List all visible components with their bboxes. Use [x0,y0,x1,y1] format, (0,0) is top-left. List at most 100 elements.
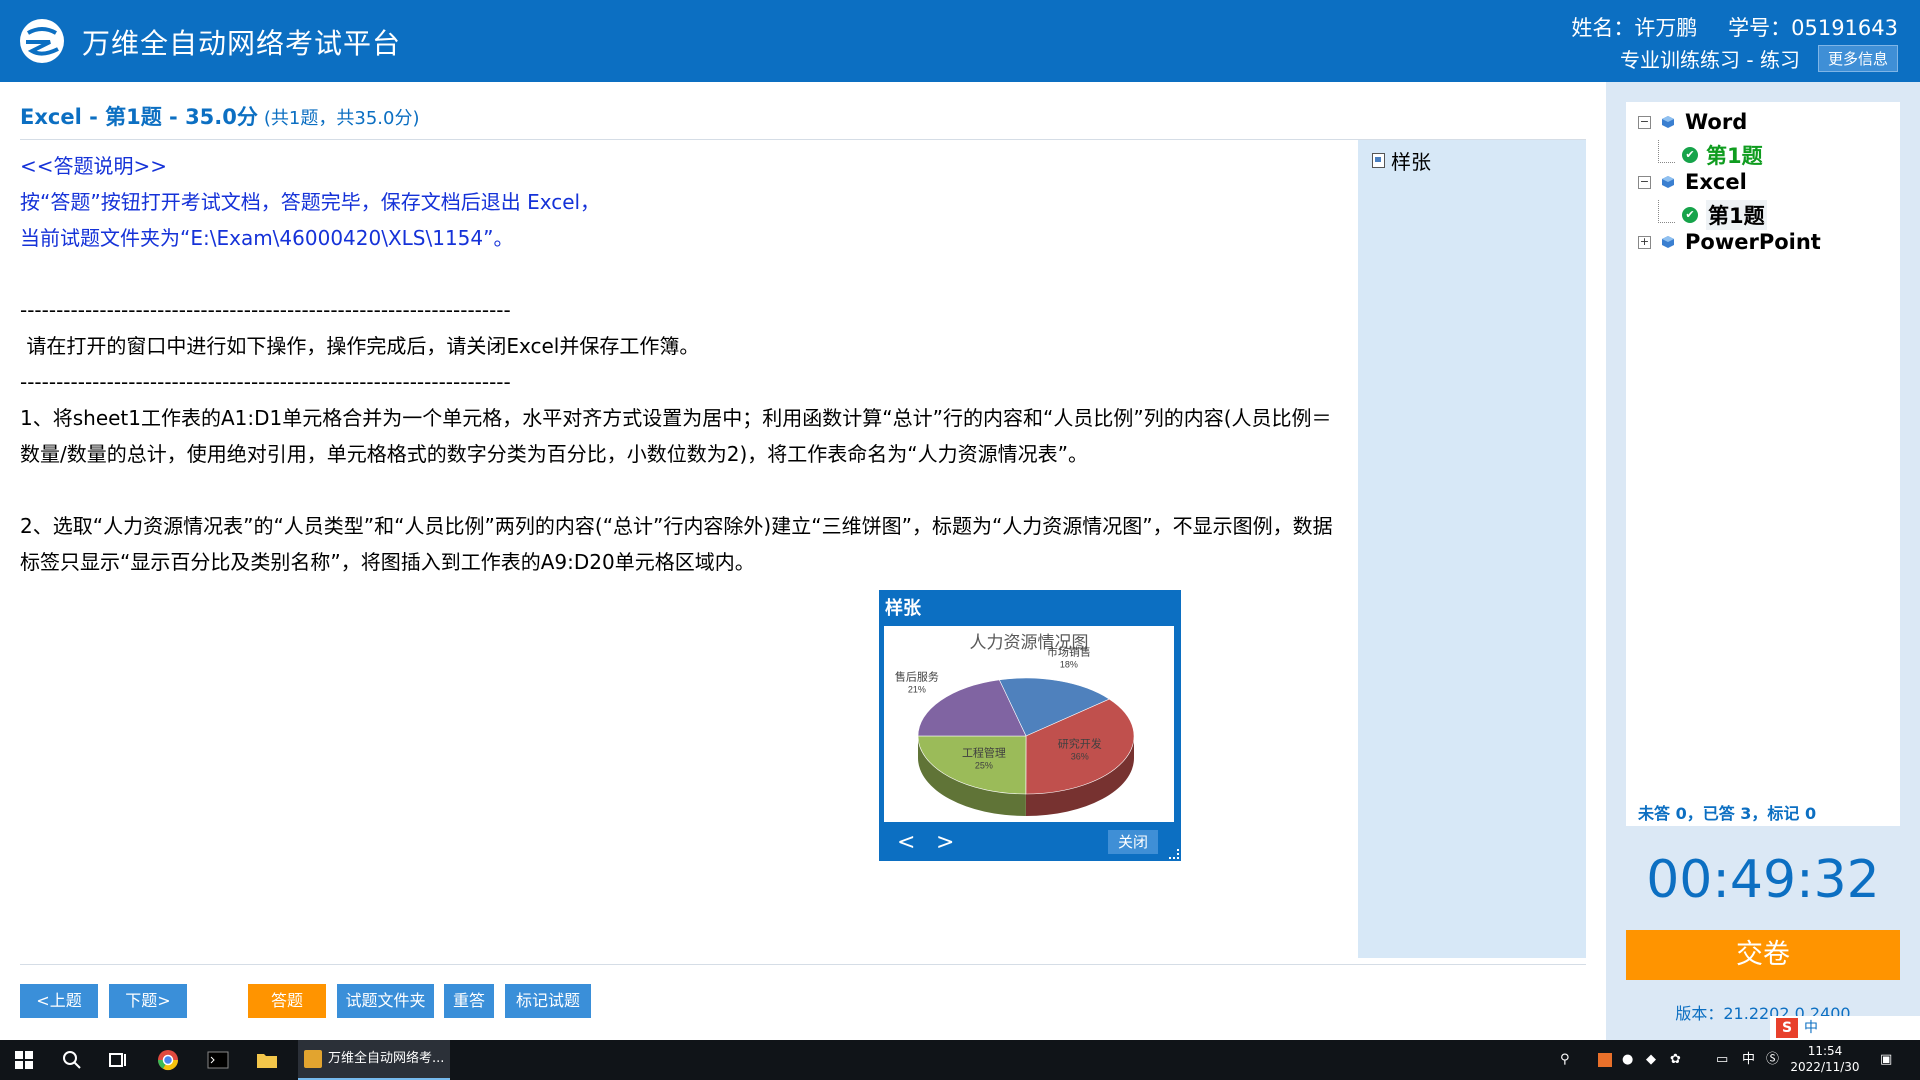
people-icon[interactable]: ⚲ [1560,1040,1570,1080]
windows-start-icon[interactable] [12,1048,36,1072]
cube-icon [1662,236,1674,248]
tree-connector [1658,200,1675,223]
sample-image: 人力资源情况图 市场销售 18% 研究开发 36% 工程管理 25% 售后服务 21% [884,626,1174,822]
app-logo [20,19,64,63]
cube-icon [1662,176,1674,188]
popup-title: 样张 [885,598,921,619]
taskbar: 万维全自动网络考... ⚲ ● ◆ ✿ ▭ 中 Ⓢ 11:54 2022/11/… [0,1040,1920,1080]
task-1: 1、将sheet1工作表的A1:D1单元格合并为一个单元格，水平对齐方式设置为居… [20,406,1332,466]
data-label-category: 工程管理 [962,746,1006,760]
resize-grip-icon[interactable] [1169,849,1179,859]
check-circle-icon: ✔ [1682,207,1698,223]
question-content: <<答题说明>> 按“答题”按钮打开考试文档，答题完毕，保存文档后退出 Exce… [20,148,1350,580]
task-intro: 请在打开的窗口中进行如下操作，操作完成后，请关闭Excel并保存工作簿。 [20,334,700,358]
clock-time: 11:54 [1807,1044,1843,1058]
popup-next-button[interactable]: > [936,830,954,855]
input-language[interactable]: 中 [1742,1040,1755,1080]
taskbar-app-exam[interactable]: 万维全自动网络考... [298,1040,450,1080]
answer-button[interactable]: 答题 [248,984,326,1018]
collapse-icon[interactable]: − [1638,175,1651,189]
tree-item-excel-q1[interactable]: ✔ 第1题 [1682,200,1767,230]
divider [20,964,1586,965]
prev-question-button[interactable]: <上题 [20,984,98,1018]
tree-item-excel[interactable]: − Excel [1638,170,1747,194]
question-folder-button[interactable]: 试题文件夹 [337,984,434,1018]
tray-sogou-icon[interactable]: Ⓢ [1766,1040,1779,1080]
tree-item-word-q1[interactable]: ✔ 第1题 [1682,140,1763,170]
sogou-logo-icon: S [1776,1018,1798,1038]
chrome-icon[interactable] [156,1048,180,1072]
tree-label: PowerPoint [1685,230,1821,254]
tree-connector [1658,140,1675,163]
pie-chart: 市场销售18% 研究开发36% 工程管理25% 售后服务21% [895,644,1135,816]
right-panel: − Word ✔ 第1题 − Excel ✔ 第1题 + PowerPoint … [1606,82,1920,1040]
question-title: Excel - 第1题 - 35.0分 (共1题，共35.0分) [20,101,419,131]
data-label-category: 售后服务 [895,669,939,683]
taskbar-app-label: 万维全自动网络考... [328,1051,445,1066]
student-name: 姓名：许万鹏 [1571,16,1698,40]
redo-button[interactable]: 重答 [444,984,494,1018]
sample-panel: 样张 [1358,140,1586,958]
cube-icon [1662,116,1674,128]
ime-toolbar[interactable]: S中 [1770,1016,1920,1040]
instructions-heading: <<答题说明>> [20,154,168,178]
folder-icon[interactable] [255,1048,279,1072]
user-info: 姓名：许万鹏 学号：05191643 [1547,12,1898,42]
data-label-percent: 36% [1071,752,1089,762]
mark-question-button[interactable]: 标记试题 [505,984,591,1018]
terminal-icon[interactable] [206,1048,230,1072]
task-2: 2、选取“人力资源情况表”的“人员类型”和“人员比例”两列的内容(“总计”行内容… [20,514,1333,574]
sample-link-label: 样张 [1391,150,1431,174]
tree-label: Word [1685,110,1748,134]
countdown-timer: 00:49:32 [1646,850,1880,910]
collapse-icon[interactable]: − [1638,115,1651,129]
ime-mode[interactable]: 中 [1804,1020,1818,1036]
popup-close-button[interactable]: 关闭 [1108,830,1158,854]
student-id: 学号：05191643 [1728,16,1898,40]
question-title-text: Excel - 第1题 - 35.0分 [20,105,258,129]
practice-mode: 专业训练练习 - 练习 [1620,48,1800,72]
instruction-line: 当前试题文件夹为“E:\Exam\46000420\XLS\1154”。 [20,226,514,250]
tray-shield-icon[interactable]: ◆ [1646,1040,1656,1080]
expand-icon[interactable]: + [1638,235,1651,249]
network-icon[interactable]: ▭ [1716,1040,1728,1080]
dash-separator: ----------------------------------------… [20,298,511,322]
sample-popup: 样张 人力资源情况图 市场销售 18% 研究开发 36% 工程管理 25% 售后服务 21% … [879,590,1181,861]
mode-line: 专业训练练习 - 练习 更多信息 [1620,44,1898,73]
notification-icon[interactable]: ▣ [1880,1040,1892,1080]
data-label-percent: 21% [908,684,926,694]
question-subtitle: (共1题，共35.0分) [263,108,420,129]
submit-exam-button[interactable]: 交卷 [1626,930,1900,980]
data-label-category: 市场销售 [1047,644,1091,658]
instruction-line: 按“答题”按钮打开考试文档，答题完毕，保存文档后退出 Excel， [20,190,601,214]
question-tree: − Word ✔ 第1题 − Excel ✔ 第1题 + PowerPoint [1626,102,1900,826]
tray-sync-icon[interactable]: ✿ [1670,1040,1681,1080]
tree-label: 第1题 [1706,200,1767,230]
answer-stats: 未答 0，已答 3，标记 0 [1638,804,1817,823]
tree-item-word[interactable]: − Word [1638,110,1747,134]
tree-label: 第1题 [1706,144,1763,168]
tree-item-powerpoint[interactable]: + PowerPoint [1638,230,1821,254]
divider [20,139,1586,140]
system-clock[interactable]: 11:54 2022/11/30 [1780,1043,1870,1075]
tree-label: Excel [1685,170,1747,194]
dash-separator: ----------------------------------------… [20,370,511,394]
image-file-icon [1372,153,1385,168]
data-label-percent: 18% [1060,659,1078,669]
tray-app-icon[interactable] [1598,1040,1614,1080]
check-circle-icon: ✔ [1682,147,1698,163]
next-question-button[interactable]: 下题> [109,984,187,1018]
exam-app-icon [304,1049,322,1068]
search-icon[interactable] [60,1048,84,1072]
popup-prev-button[interactable]: < [897,830,915,855]
tray-browser-icon[interactable]: ● [1622,1040,1633,1080]
app-header: 万维全自动网络考试平台 姓名：许万鹏 学号：05191643 专业训练练习 - … [0,0,1920,82]
data-label-category: 研究开发 [1058,737,1102,751]
more-info-button[interactable]: 更多信息 [1817,45,1898,72]
task-view-icon[interactable] [106,1048,130,1072]
data-label-percent: 25% [975,761,993,771]
sample-link[interactable]: 样张 [1372,146,1431,175]
app-title: 万维全自动网络考试平台 [82,27,402,60]
clock-date: 2022/11/30 [1790,1060,1860,1074]
